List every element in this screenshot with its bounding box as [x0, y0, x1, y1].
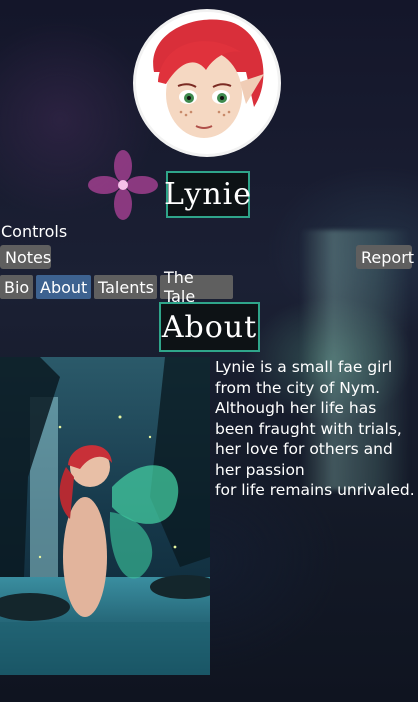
fae-portrait-icon — [0, 357, 210, 675]
section-title: About — [161, 309, 258, 345]
about-text-line: for life remains unrivaled. — [215, 481, 415, 499]
controls-label: Controls — [1, 222, 68, 241]
report-button[interactable]: Report — [356, 245, 414, 269]
character-portrait — [0, 357, 210, 675]
about-text-line: from the city of Nym. — [215, 378, 381, 397]
avatar — [133, 9, 281, 157]
about-text-line: her love for others and — [215, 440, 393, 458]
about-text-line: Lynie is a small fae girl — [215, 358, 393, 376]
background-flower-icon — [88, 150, 158, 220]
about-text-line: been fraught with trials, — [215, 419, 402, 438]
tab-about[interactable]: About — [36, 275, 91, 299]
about-text-line: her passion — [215, 460, 305, 479]
tab-the-tale[interactable]: The Tale — [160, 268, 233, 306]
tab-bio[interactable]: Bio — [0, 275, 33, 299]
notes-button[interactable]: Notes — [0, 245, 51, 269]
tab-talents[interactable]: Talents — [94, 275, 157, 299]
character-name-box: Lynie — [164, 171, 253, 218]
avatar-fae-girl-icon — [153, 19, 264, 138]
about-text-line: Although her life has — [215, 399, 377, 417]
about-description: Lynie is a small fae girl from the city … — [215, 357, 418, 501]
section-title-box: About — [159, 302, 260, 352]
character-name: Lynie — [164, 177, 253, 212]
